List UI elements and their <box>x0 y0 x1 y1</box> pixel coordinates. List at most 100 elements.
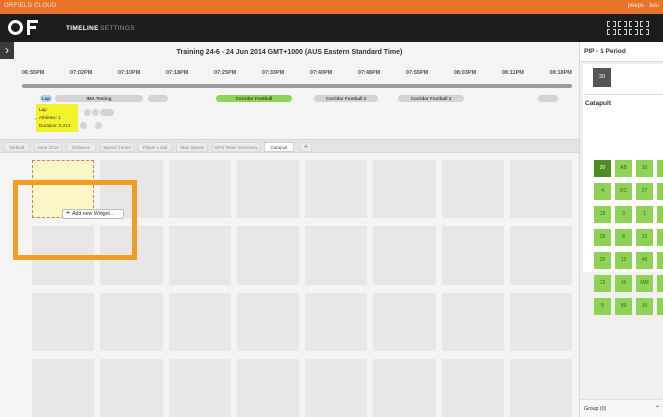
group-footer[interactable]: Group (0) ⌃ <box>580 399 663 417</box>
widget-cell[interactable] <box>236 226 299 285</box>
widget-cell[interactable] <box>373 226 436 285</box>
widget-cell[interactable] <box>236 160 299 219</box>
athlete-chip[interactable]: 28 <box>594 229 611 246</box>
widget-cell[interactable] <box>168 358 231 417</box>
time-tick: 08:18PM <box>549 70 572 76</box>
time-tick: 08:03PM <box>453 70 477 76</box>
timeline-axis[interactable] <box>22 84 572 88</box>
time-tick: 07:55PM <box>405 70 429 76</box>
athlete-chip[interactable]: DC <box>615 183 632 200</box>
widget-cell[interactable] <box>168 160 231 219</box>
brand-label: ORFIELD CLOUD <box>4 3 57 9</box>
widget-cell[interactable] <box>305 160 368 219</box>
widget-cell[interactable] <box>509 160 572 219</box>
add-tab-button[interactable]: + <box>300 142 312 152</box>
lane-dot[interactable] <box>80 122 87 129</box>
tab-gps-team-summary[interactable]: GPS Team Summary <box>212 142 260 152</box>
athlete-chip[interactable]: 15 <box>636 229 653 246</box>
widget-cell[interactable] <box>236 292 299 351</box>
right-sidebar: PIP - 1 Period 20 Catapult 20 AB 10 4 DC… <box>579 42 663 417</box>
athlete-chip[interactable]: 16 <box>615 275 632 292</box>
nav-timeline[interactable]: TIMELINE <box>66 25 99 32</box>
widget-cell[interactable] <box>100 292 163 351</box>
widget-cell[interactable] <box>236 358 299 417</box>
widget-cell[interactable] <box>441 292 504 351</box>
athlete-chip[interactable]: MM <box>636 275 653 292</box>
drag-handle-icon[interactable]: ⇔ <box>33 116 38 122</box>
widget-cell[interactable] <box>373 160 436 219</box>
widget-cell[interactable] <box>305 226 368 285</box>
widget-cell[interactable] <box>441 160 504 219</box>
navbar: TIMELINE SETTINGS <box>0 14 663 42</box>
lane-ima-testing[interactable]: IMA Testing <box>55 95 143 102</box>
lane-lap[interactable]: Lap <box>40 95 52 102</box>
tab-distance[interactable]: Distance <box>66 142 96 152</box>
lane-corridor-football-2[interactable]: Corridor Football 2 <box>314 95 378 102</box>
tab-max-speed[interactable]: Max Speed <box>176 142 208 152</box>
lane-segment[interactable] <box>100 109 114 116</box>
lane-corridor-football-3[interactable]: Corridor Football 3 <box>398 95 464 102</box>
athlete-chip[interactable]: 18 <box>594 206 611 223</box>
widget-cell[interactable] <box>305 292 368 351</box>
widget-cell[interactable] <box>305 358 368 417</box>
athlete-chip[interactable]: 8 <box>615 229 632 246</box>
pip-badge[interactable]: 20 <box>593 68 611 87</box>
tab-speed-zones[interactable]: Speed Zones <box>100 142 134 152</box>
widget-cell[interactable] <box>509 358 572 417</box>
athlete-chip[interactable]: 8 <box>594 298 611 315</box>
group-label: Group (0) <box>584 406 607 412</box>
athlete-chip[interactable] <box>657 275 663 292</box>
widget-cell[interactable] <box>441 358 504 417</box>
athlete-chip[interactable]: AB <box>615 160 632 177</box>
athlete-chip[interactable] <box>657 298 663 315</box>
widget-cell[interactable] <box>373 292 436 351</box>
tab-june-2014[interactable]: June 2014 <box>34 142 62 152</box>
lane-corridor-football[interactable]: Corridor Football <box>216 95 292 102</box>
widget-cell[interactable] <box>32 292 95 351</box>
athlete-chip[interactable]: 16 <box>636 298 653 315</box>
widget-cell[interactable] <box>509 226 572 285</box>
lane-dot[interactable] <box>84 109 91 116</box>
tab-default[interactable]: Default <box>4 142 30 152</box>
caret-up-icon[interactable]: ⌃ <box>655 400 660 417</box>
lane-dot[interactable] <box>92 109 99 116</box>
athlete-chip[interactable] <box>657 206 663 223</box>
athlete-chip[interactable]: 13 <box>615 252 632 269</box>
widget-cell[interactable] <box>168 292 231 351</box>
athlete-chip[interactable]: 10 <box>636 160 653 177</box>
lane-dot[interactable] <box>95 122 102 129</box>
tooltip-duration: Duration: 0.212 <box>39 123 71 128</box>
tab-player-load[interactable]: Player Load <box>138 142 172 152</box>
athlete-chip[interactable] <box>657 229 663 246</box>
layout-grid-icon[interactable] <box>607 21 649 35</box>
widget-cell[interactable] <box>441 226 504 285</box>
time-tick: 06:55PM <box>22 70 45 76</box>
athlete-chip[interactable]: 4 <box>594 183 611 200</box>
athlete-chip[interactable] <box>657 160 663 177</box>
athlete-chip[interactable]: 25 <box>594 252 611 269</box>
athlete-chip[interactable]: 20 <box>594 160 611 177</box>
widget-cell[interactable] <box>168 226 231 285</box>
athlete-chip[interactable]: 12 <box>594 275 611 292</box>
time-tick: 07:25PM <box>213 70 237 76</box>
athlete-chip[interactable]: 89 <box>615 298 632 315</box>
top-strip: ORFIELD CLOUD peeps · telu <box>0 0 663 14</box>
athlete-chip[interactable]: 27 <box>636 183 653 200</box>
lane-segment[interactable] <box>148 95 168 102</box>
tab-catapult[interactable]: Catapult <box>264 142 294 152</box>
catapult-title: Catapult <box>583 94 663 112</box>
user-label[interactable]: peeps · telu <box>628 3 659 9</box>
athlete-chip[interactable]: 3 <box>615 206 632 223</box>
widget-cell[interactable] <box>100 358 163 417</box>
nav-settings[interactable]: SETTINGS <box>100 25 135 32</box>
lane-segment[interactable] <box>538 95 558 102</box>
widget-cell[interactable] <box>373 358 436 417</box>
time-tick: 07:48PM <box>357 70 381 76</box>
widget-cell[interactable] <box>509 292 572 351</box>
athlete-chip[interactable]: 1 <box>636 206 653 223</box>
widget-cell[interactable] <box>32 358 95 417</box>
athlete-chip[interactable] <box>657 183 663 200</box>
athlete-chip[interactable] <box>657 252 663 269</box>
pip-title: PIP - 1 Period <box>580 42 663 62</box>
athlete-chip[interactable]: 48 <box>636 252 653 269</box>
